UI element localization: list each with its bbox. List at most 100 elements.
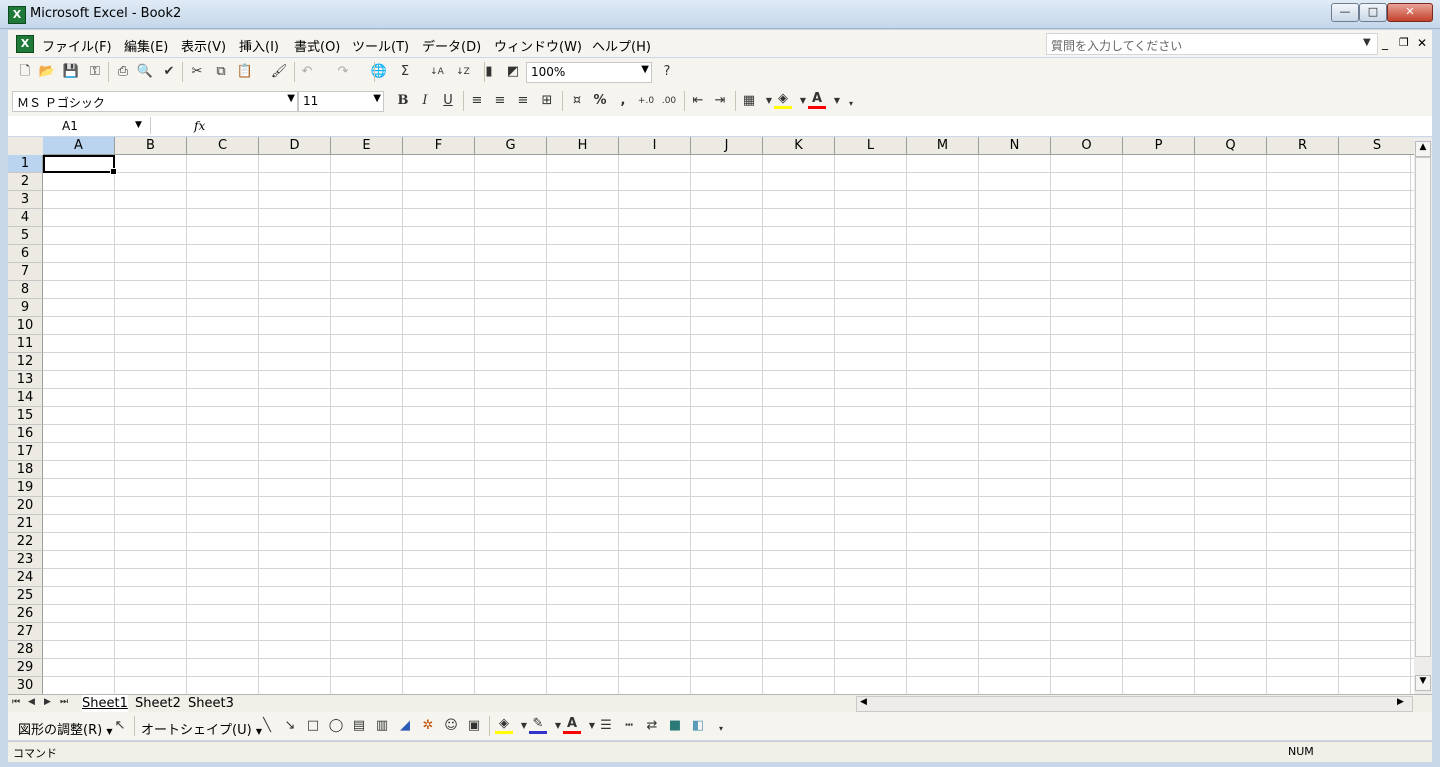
- comma-button[interactable]: ,: [614, 92, 632, 110]
- sort-ascending-icon[interactable]: ↓A: [428, 63, 446, 81]
- zoom-combo[interactable]: 100% ▼: [526, 62, 652, 83]
- redo-icon[interactable]: ↷: [334, 63, 352, 81]
- column-header[interactable]: D: [259, 137, 331, 155]
- merge-center-icon[interactable]: ⊞: [538, 92, 556, 110]
- ask-question-box[interactable]: 質問を入力してください ▼: [1046, 33, 1378, 55]
- align-right-icon[interactable]: ≡: [514, 92, 532, 110]
- column-header[interactable]: N: [979, 137, 1051, 155]
- italic-button[interactable]: I: [416, 92, 434, 110]
- chevron-down-icon[interactable]: ▼: [373, 93, 381, 104]
- row-header[interactable]: 29: [8, 659, 43, 677]
- autoshapes-menu-button[interactable]: オートシェイプ(U) ▼: [141, 719, 262, 738]
- sheet-tab[interactable]: Sheet1: [82, 695, 128, 712]
- draw-menu-button[interactable]: 図形の調整(R) ▼: [18, 719, 112, 738]
- column-header[interactable]: I: [619, 137, 691, 155]
- close-button[interactable]: ✕: [1387, 3, 1433, 22]
- decrease-indent-icon[interactable]: ⇤: [689, 92, 707, 110]
- print-preview-icon[interactable]: 🔍: [136, 63, 154, 81]
- row-header[interactable]: 8: [8, 281, 43, 299]
- column-header[interactable]: E: [331, 137, 403, 155]
- increase-indent-icon[interactable]: ⇥: [711, 92, 729, 110]
- menu-item[interactable]: 書式(O): [294, 36, 340, 55]
- clip-art-icon[interactable]: ☺: [442, 717, 460, 735]
- row-header[interactable]: 10: [8, 317, 43, 335]
- column-header[interactable]: Q: [1195, 137, 1267, 155]
- active-cell[interactable]: [43, 155, 117, 175]
- ask-dropdown-icon[interactable]: ▼: [1363, 37, 1371, 48]
- spelling-icon[interactable]: ✔: [160, 63, 178, 81]
- menu-item[interactable]: 編集(E): [124, 36, 168, 55]
- row-header[interactable]: 11: [8, 335, 43, 353]
- menu-item[interactable]: 挿入(I): [239, 36, 279, 55]
- autosum-icon[interactable]: Σ: [396, 63, 414, 81]
- toolbar-options-icon[interactable]: ▾: [842, 95, 860, 113]
- row-header[interactable]: 15: [8, 407, 43, 425]
- arrow-icon[interactable]: ↘: [281, 717, 299, 735]
- rectangle-icon[interactable]: □: [304, 717, 322, 735]
- insert-function-button[interactable]: fx: [194, 119, 205, 133]
- column-header[interactable]: P: [1123, 137, 1195, 155]
- row-header[interactable]: 24: [8, 569, 43, 587]
- fill-color-icon[interactable]: ◈: [495, 717, 513, 735]
- menu-item[interactable]: ファイル(F): [42, 36, 112, 55]
- percent-button[interactable]: %: [591, 92, 609, 110]
- row-header[interactable]: 21: [8, 515, 43, 533]
- doc-restore-icon[interactable]: ❐: [1399, 36, 1409, 49]
- undo-icon[interactable]: ↶: [298, 63, 316, 81]
- toolbar-options-icon[interactable]: ▾: [712, 720, 730, 738]
- chart-wizard-icon[interactable]: ▮: [480, 63, 498, 81]
- horizontal-scrollbar[interactable]: ◀ ▶: [856, 696, 1413, 712]
- row-header[interactable]: 9: [8, 299, 43, 317]
- cut-icon[interactable]: ✂: [188, 63, 206, 81]
- save-icon[interactable]: 💾: [62, 63, 80, 81]
- vertical-scrollbar[interactable]: ▲ ▼: [1414, 137, 1432, 694]
- chevron-down-icon[interactable]: ▼: [287, 93, 295, 104]
- row-header[interactable]: 13: [8, 371, 43, 389]
- column-header[interactable]: C: [187, 137, 259, 155]
- underline-button[interactable]: U: [439, 92, 457, 110]
- column-header[interactable]: F: [403, 137, 475, 155]
- text-box-icon[interactable]: ▤: [350, 717, 368, 735]
- row-header[interactable]: 26: [8, 605, 43, 623]
- select-objects-icon[interactable]: ↖: [111, 717, 129, 735]
- wordart-icon[interactable]: ◢: [396, 717, 414, 735]
- font-color-icon[interactable]: A: [563, 717, 581, 735]
- scroll-right-icon[interactable]: ▶: [1397, 697, 1404, 707]
- worksheet-grid[interactable]: ABCDEFGHIJKLMNOPQRS 1 2 3 4 5 6 7 8 9 10 11 12 13 14 1…: [8, 137, 1414, 694]
- next-sheet-icon[interactable]: ▶: [44, 697, 51, 707]
- oval-icon[interactable]: ◯: [327, 717, 345, 735]
- bold-button[interactable]: B: [394, 92, 412, 110]
- select-all-corner[interactable]: [8, 137, 44, 156]
- minimize-button[interactable]: —: [1331, 3, 1359, 22]
- menu-item[interactable]: ヘルプ(H): [592, 36, 651, 55]
- hyperlink-icon[interactable]: 🌐: [370, 63, 388, 81]
- row-header[interactable]: 5: [8, 227, 43, 245]
- align-center-icon[interactable]: ≡: [491, 92, 509, 110]
- picture-icon[interactable]: ▣: [465, 717, 483, 735]
- menu-item[interactable]: データ(D): [422, 36, 481, 55]
- row-header[interactable]: 12: [8, 353, 43, 371]
- scroll-down-icon[interactable]: ▼: [1415, 675, 1431, 691]
- new-icon[interactable]: 🗋: [16, 63, 34, 81]
- row-header[interactable]: 27: [8, 623, 43, 641]
- fill-handle[interactable]: [110, 168, 117, 175]
- doc-close-icon[interactable]: ✕: [1417, 36, 1427, 50]
- row-header[interactable]: 17: [8, 443, 43, 461]
- row-header[interactable]: 18: [8, 461, 43, 479]
- column-header[interactable]: O: [1051, 137, 1123, 155]
- help-icon[interactable]: ?: [658, 63, 676, 81]
- row-header[interactable]: 14: [8, 389, 43, 407]
- copy-icon[interactable]: ⧉: [212, 63, 230, 81]
- row-header[interactable]: 6: [8, 245, 43, 263]
- scroll-up-icon[interactable]: ▲: [1415, 141, 1431, 157]
- column-header[interactable]: R: [1267, 137, 1339, 155]
- font-combo[interactable]: ＭＳ Ｐゴシック ▼: [12, 91, 298, 112]
- menu-item[interactable]: ツール(T): [352, 36, 409, 55]
- fill-color-icon[interactable]: ◈: [774, 92, 792, 110]
- chevron-down-icon[interactable]: ▼: [135, 120, 142, 130]
- menu-item[interactable]: 表示(V): [181, 36, 226, 55]
- shadow-style-icon[interactable]: ■: [666, 717, 684, 735]
- row-header[interactable]: 16: [8, 425, 43, 443]
- line-icon[interactable]: ╲: [258, 717, 276, 735]
- row-header[interactable]: 22: [8, 533, 43, 551]
